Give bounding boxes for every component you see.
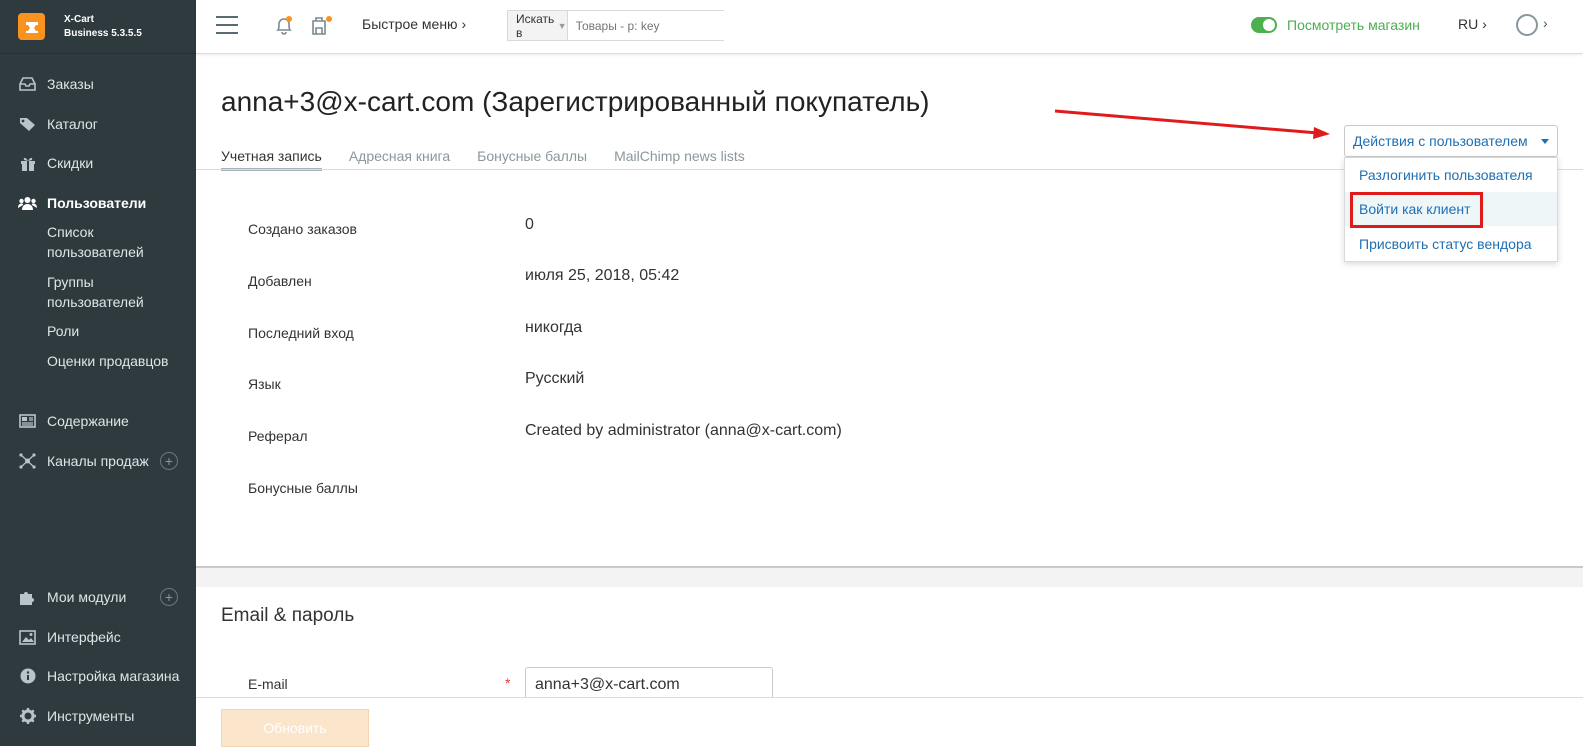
store-toggle[interactable]	[1251, 17, 1277, 33]
chevron-right-icon[interactable]: ›	[1543, 15, 1548, 31]
field-label-added: Добавлен	[248, 273, 312, 289]
sidebar-item-sales-channels[interactable]: Каналы продаж +	[0, 450, 196, 472]
menu-item-logout-user[interactable]: Разлогинить пользователя	[1345, 158, 1557, 192]
brand[interactable]: X-Cart Business 5.3.5.5	[0, 0, 196, 54]
quick-menu-label: Быстрое меню	[362, 16, 458, 32]
field-label-language: Язык	[248, 376, 281, 392]
user-avatar-icon[interactable]	[1516, 14, 1538, 36]
users-icon	[18, 195, 37, 211]
tag-icon	[18, 116, 37, 132]
search-input[interactable]	[567, 11, 731, 40]
sidebar-item-content[interactable]: Содержание	[0, 410, 196, 432]
sidebar-item-label: Содержание	[47, 413, 129, 429]
add-sales-channel-button[interactable]: +	[160, 452, 178, 470]
required-mark: *	[505, 675, 511, 691]
search-scope-label: Искать в	[516, 11, 555, 40]
field-label-bonus-points: Бонусные баллы	[248, 480, 358, 496]
field-label-orders-count: Создано заказов	[248, 221, 357, 237]
gift-icon	[18, 155, 37, 171]
brand-name: X-Cart	[64, 13, 95, 25]
search-box: Искать в ▼	[507, 10, 731, 41]
section-title-email-password: Email & пароль	[221, 605, 355, 626]
image-icon	[18, 629, 37, 645]
sticky-footer: Обновить	[196, 697, 1583, 747]
sidebar-item-users[interactable]: Пользователи	[0, 192, 196, 214]
chevron-right-icon: ›	[1482, 16, 1487, 32]
sidebar-item-store-setup[interactable]: Настройка магазина	[0, 665, 196, 687]
language-selector[interactable]: RU ›	[1458, 16, 1487, 32]
field-value-added: июля 25, 2018, 05:42	[525, 267, 680, 284]
section-separator	[196, 566, 1583, 587]
network-icon	[18, 453, 37, 469]
sidebar-item-label: Мои модули	[47, 589, 127, 605]
field-label-email: E-mail	[248, 676, 288, 692]
field-label-last-login: Последний вход	[248, 325, 354, 341]
hamburger-menu-icon[interactable]	[216, 16, 238, 34]
sidebar-item-label: Каналы продаж	[47, 453, 149, 469]
sidebar-item-label: Каталог	[47, 116, 98, 132]
gear-icon	[18, 708, 37, 724]
search-scope-select[interactable]: Искать в ▼	[508, 11, 568, 40]
newspaper-icon	[18, 413, 37, 429]
field-value-referral: Created by administrator (anna@x-cart.co…	[525, 422, 842, 439]
caret-down-icon: ▼	[557, 20, 567, 31]
update-button[interactable]: Обновить	[221, 709, 369, 747]
annotation-highlight-box	[1350, 192, 1483, 228]
language-label: RU	[1458, 16, 1479, 32]
tab-mailchimp[interactable]: MailChimp news lists	[614, 148, 745, 171]
inbox-icon	[18, 76, 37, 92]
marketplace-icon[interactable]	[311, 15, 335, 42]
sidebar-subitem-vendor-ratings[interactable]: Оценки продавцов	[47, 351, 187, 371]
tab-account[interactable]: Учетная запись	[221, 148, 322, 171]
sidebar-item-tools[interactable]: Инструменты	[0, 705, 196, 727]
sidebar-item-label: Интерфейс	[47, 629, 121, 645]
puzzle-icon	[18, 589, 37, 605]
sidebar-item-label: Настройка магазина	[47, 668, 180, 684]
sidebar-item-my-modules[interactable]: Мои модули +	[0, 586, 196, 608]
info-icon	[18, 668, 37, 684]
tab-bonus-points[interactable]: Бонусные баллы	[477, 148, 587, 171]
sidebar-subitem-user-list[interactable]: Список пользователей	[47, 222, 187, 262]
field-value-orders-count: 0	[525, 216, 534, 233]
add-module-button[interactable]: +	[160, 588, 178, 606]
sidebar-subitem-roles[interactable]: Роли	[47, 321, 187, 341]
quick-menu[interactable]: Быстрое меню ›	[362, 16, 466, 32]
caret-down-icon	[1541, 139, 1549, 144]
bell-icon[interactable]	[273, 15, 295, 42]
user-actions-label: Действия с пользователем	[1353, 133, 1528, 149]
sidebar-item-orders[interactable]: Заказы	[0, 73, 196, 95]
chevron-right-icon: ›	[461, 16, 467, 32]
tab-address-book[interactable]: Адресная книга	[349, 148, 450, 171]
brand-edition: Business 5.3.5.5	[64, 27, 142, 39]
user-actions-button[interactable]: Действия с пользователем	[1344, 125, 1558, 157]
x-cart-logo-icon[interactable]	[18, 13, 45, 40]
main-content: anna+3@x-cart.com (Зарегистрированный по…	[196, 55, 1583, 747]
view-store-link[interactable]: Посмотреть магазин	[1287, 17, 1420, 33]
sidebar-item-discounts[interactable]: Скидки	[0, 152, 196, 174]
page-title: anna+3@x-cart.com (Зарегистрированный по…	[221, 86, 930, 117]
top-bar: Быстрое меню › Искать в ▼ Посмотреть маг…	[196, 0, 1583, 54]
sidebar-item-label: Инструменты	[47, 708, 135, 724]
sidebar: X-Cart Business 5.3.5.5 Заказы Каталог С…	[0, 0, 196, 746]
field-value-language: Русский	[525, 370, 585, 387]
sidebar-subitem-user-groups[interactable]: Группы пользователей	[47, 272, 187, 312]
sidebar-item-interface[interactable]: Интерфейс	[0, 626, 196, 648]
field-value-last-login: никогда	[525, 319, 583, 336]
field-label-referral: Реферал	[248, 428, 308, 444]
menu-item-assign-vendor[interactable]: Присвоить статус вендора	[1345, 227, 1557, 261]
sidebar-item-catalog[interactable]: Каталог	[0, 113, 196, 135]
sidebar-item-label: Заказы	[47, 76, 94, 92]
tabs: Учетная запись Адресная книга Бонусные б…	[221, 148, 772, 171]
sidebar-item-label: Скидки	[47, 155, 94, 171]
sidebar-item-label: Пользователи	[47, 195, 147, 211]
